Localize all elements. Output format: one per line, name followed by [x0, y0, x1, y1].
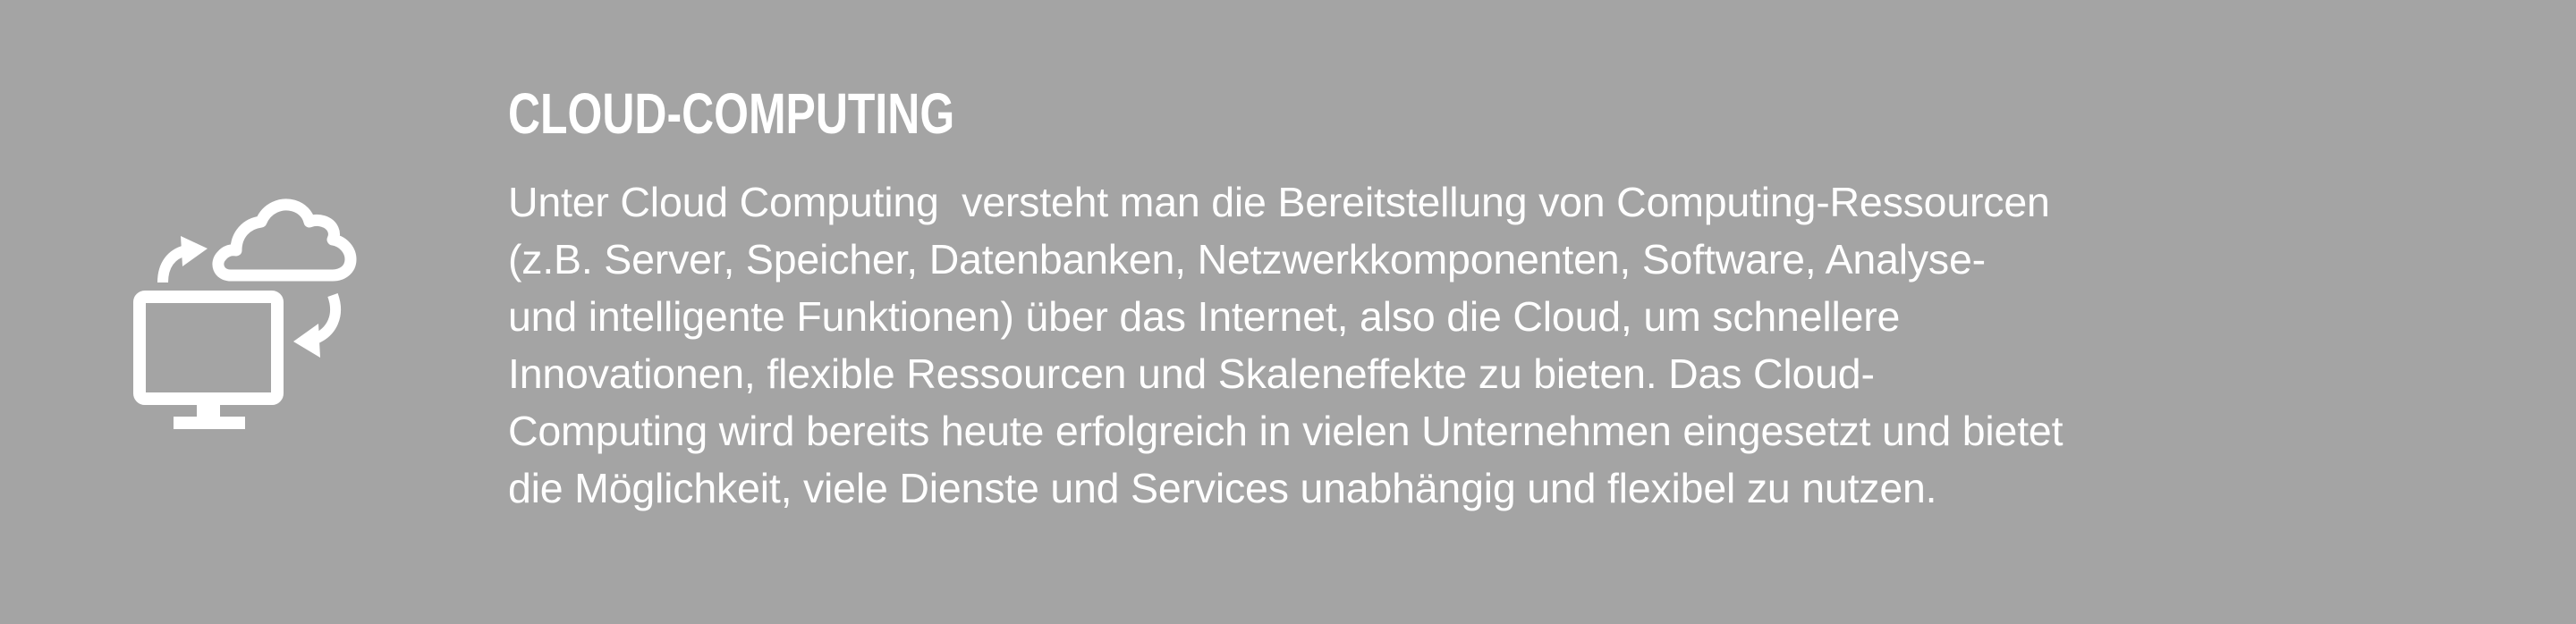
description-line: Unter Cloud Computing versteht man die B…	[508, 179, 2050, 225]
section-title: CLOUD-COMPUTING	[508, 81, 955, 146]
cloud-computer-sync-icon	[125, 170, 402, 447]
cloud-icon	[212, 198, 357, 282]
description-line: die Möglichkeit, viele Dienste und Servi…	[508, 465, 1937, 511]
section-description: Unter Cloud Computing versteht man die B…	[508, 173, 2476, 517]
description-line: (z.B. Server, Speicher, Datenbanken, Net…	[508, 236, 1986, 282]
description-line: und intelligente Funktionen) über das In…	[508, 293, 1901, 340]
cloud-computing-section: CLOUD-COMPUTING Unter Cloud Computing ve…	[508, 82, 2476, 517]
monitor-icon	[133, 291, 284, 405]
description-line: Computing wird bereits heute erfolgreich…	[508, 408, 2063, 454]
description-line: Innovationen, flexible Ressourcen und Sk…	[508, 350, 1875, 397]
